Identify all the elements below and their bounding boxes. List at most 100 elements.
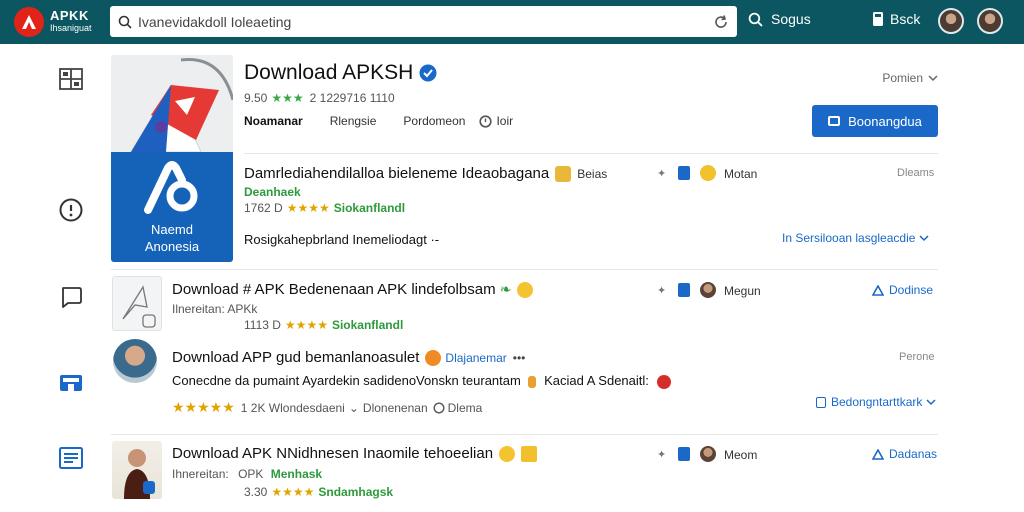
row-subtitle: Ihnereitan: OPK Menhask — [172, 467, 323, 481]
row-author: Meom — [724, 448, 758, 462]
info-icon[interactable] — [58, 197, 84, 223]
tab-reviews[interactable]: Pordomeon — [403, 114, 465, 128]
app-thumbnail[interactable] — [112, 276, 162, 331]
review-count: 1 2K Wlondesdaeni — [240, 400, 345, 415]
chat-icon[interactable] — [58, 284, 84, 310]
download-button[interactable]: Dadanas — [872, 447, 937, 461]
app-logo[interactable]: APKK Ihsaniguat — [14, 7, 92, 37]
list-item-title[interactable]: Download APP gud bemanlanoasulet Dlajane… — [172, 349, 525, 366]
rating-stars: ★★★★★ — [172, 399, 235, 415]
app-rating: 9.50 — [244, 91, 268, 105]
box-icon — [816, 396, 826, 408]
list-item-title[interactable]: Download # APK Bedenenaan APK lindefolbs… — [172, 281, 534, 298]
rating-stars: ★★★ — [271, 91, 304, 105]
avatar — [700, 282, 716, 298]
app-brand-caption-2: Anonesia — [144, 239, 200, 254]
download-button[interactable]: Dodinse — [872, 283, 933, 297]
row-rating: 1113 D ★★★★ Siokanflandl — [244, 318, 404, 332]
book-button[interactable]: Bsck — [872, 11, 920, 27]
chevron-down-icon — [926, 398, 936, 405]
chevron-down-icon: ⌄ — [348, 400, 359, 415]
alert-icon — [656, 374, 671, 389]
search-button[interactable]: Sogus — [748, 11, 811, 27]
app-title: Download APKSH — [244, 61, 414, 84]
app-meta: 9.50 ★★★ 2 1229716 1110 — [244, 91, 395, 105]
logo-title: APKK — [50, 8, 89, 23]
thumbs-up-icon[interactable] — [678, 447, 690, 461]
tab-overview[interactable]: Noamanar — [244, 114, 303, 128]
app-artwork-icon — [111, 55, 233, 152]
search-icon — [748, 12, 763, 27]
search-bar — [110, 6, 737, 37]
profile-avatar[interactable] — [977, 8, 1003, 34]
row-tag: Menhask — [270, 467, 323, 481]
pin-icon[interactable]: ✦ — [657, 284, 667, 297]
sort-dropdown[interactable]: Pomien — [882, 71, 938, 85]
row-description: Conecdne da pumaint Ayardekin sadidenoVo… — [172, 373, 671, 389]
triangle-icon — [872, 284, 884, 296]
thumbs-up-icon[interactable] — [678, 283, 690, 297]
clock-icon — [433, 401, 445, 414]
badge-icon — [521, 445, 538, 462]
expand-link[interactable]: Bedongntarttkark — [816, 395, 936, 409]
tab-details[interactable]: Rlengsie — [330, 114, 377, 128]
emoji-icon — [555, 165, 572, 182]
logo-subtitle: Ihsaniguat — [50, 23, 92, 33]
rating-stars: ★★★★ — [284, 318, 328, 332]
row-subtitle: Ilnereitan: APKk — [172, 302, 258, 316]
pin-icon[interactable]: ✦ — [657, 448, 667, 461]
divider — [111, 269, 938, 270]
tag-icon — [528, 375, 537, 388]
dashboard-icon[interactable] — [58, 66, 84, 92]
app-brand-panel: Naemd Anonesia — [111, 152, 233, 262]
app-icon — [124, 449, 155, 499]
refresh-icon[interactable] — [713, 14, 729, 30]
pin-icon[interactable]: ✦ — [657, 167, 667, 180]
divider — [244, 153, 938, 154]
sort-dropdown-label: Pomien — [882, 71, 923, 85]
app-brand-icon — [144, 161, 198, 214]
store-icon[interactable] — [58, 369, 84, 395]
row-meta-2: Dlema — [447, 400, 483, 415]
expand-link[interactable]: In Sersilooan lasgleacdie — [782, 231, 929, 245]
row-tag: Siokanflandl — [333, 201, 406, 215]
leaf-icon: ❧ — [499, 281, 512, 297]
emoji-icon — [499, 445, 516, 462]
news-icon[interactable] — [58, 445, 84, 471]
triangle-icon — [872, 448, 884, 460]
row-tag-2: Sndamhagsk — [318, 485, 394, 499]
avatar[interactable] — [113, 339, 157, 383]
row-rating: ★★★★★ 1 2K Wlondesdaeni ⌄ Dlonenenan Dle… — [172, 399, 482, 416]
apk-logo-icon — [14, 7, 44, 37]
tab-info[interactable]: Ioir — [496, 114, 513, 128]
list-item-title[interactable]: Download APK NNidhnesen Inaomile tehoeel… — [172, 445, 538, 462]
avatar — [700, 446, 716, 462]
title-link[interactable]: Dlajanemar — [445, 351, 506, 365]
row-right-label: Perone — [899, 351, 935, 363]
verified-icon — [419, 64, 437, 82]
row-author: Megun — [724, 284, 761, 298]
more-icon[interactable]: ••• — [513, 351, 526, 365]
row-tag: Siokanflandl — [331, 318, 404, 332]
app-thumbnail[interactable] — [112, 441, 162, 499]
page-title: Download APKSH — [244, 61, 437, 85]
app-hero-image[interactable]: Naemd Anonesia — [111, 55, 233, 262]
avatar[interactable] — [938, 8, 964, 34]
chevron-down-icon — [919, 234, 929, 241]
box-icon — [828, 116, 841, 126]
rating-stars: ★★★★ — [271, 485, 315, 499]
top-bar: APKK Ihsaniguat Sogus Bsck — [0, 0, 1024, 44]
thumbs-up-icon[interactable] — [678, 166, 690, 180]
list-item-title[interactable]: Damrlediahendilalloa bieleneme Ideaobaga… — [244, 165, 607, 182]
row-description: Rosigkahepbrland Inemeliodagt ·- — [244, 232, 440, 247]
divider — [111, 434, 938, 435]
download-count: 2 1229716 1110 — [309, 91, 395, 105]
install-button-label: Boonangdua — [848, 113, 922, 129]
chevron-down-icon — [928, 74, 938, 81]
row-author: Motan — [724, 167, 758, 181]
row-rating: 1762 D ★★★★ Siokanflandl — [244, 201, 406, 215]
search-input[interactable] — [138, 13, 718, 30]
install-button[interactable]: Boonangdua — [812, 105, 938, 137]
row-subtitle: Deanhaek — [244, 185, 301, 199]
row-meta: Dlonenenan — [362, 400, 428, 415]
